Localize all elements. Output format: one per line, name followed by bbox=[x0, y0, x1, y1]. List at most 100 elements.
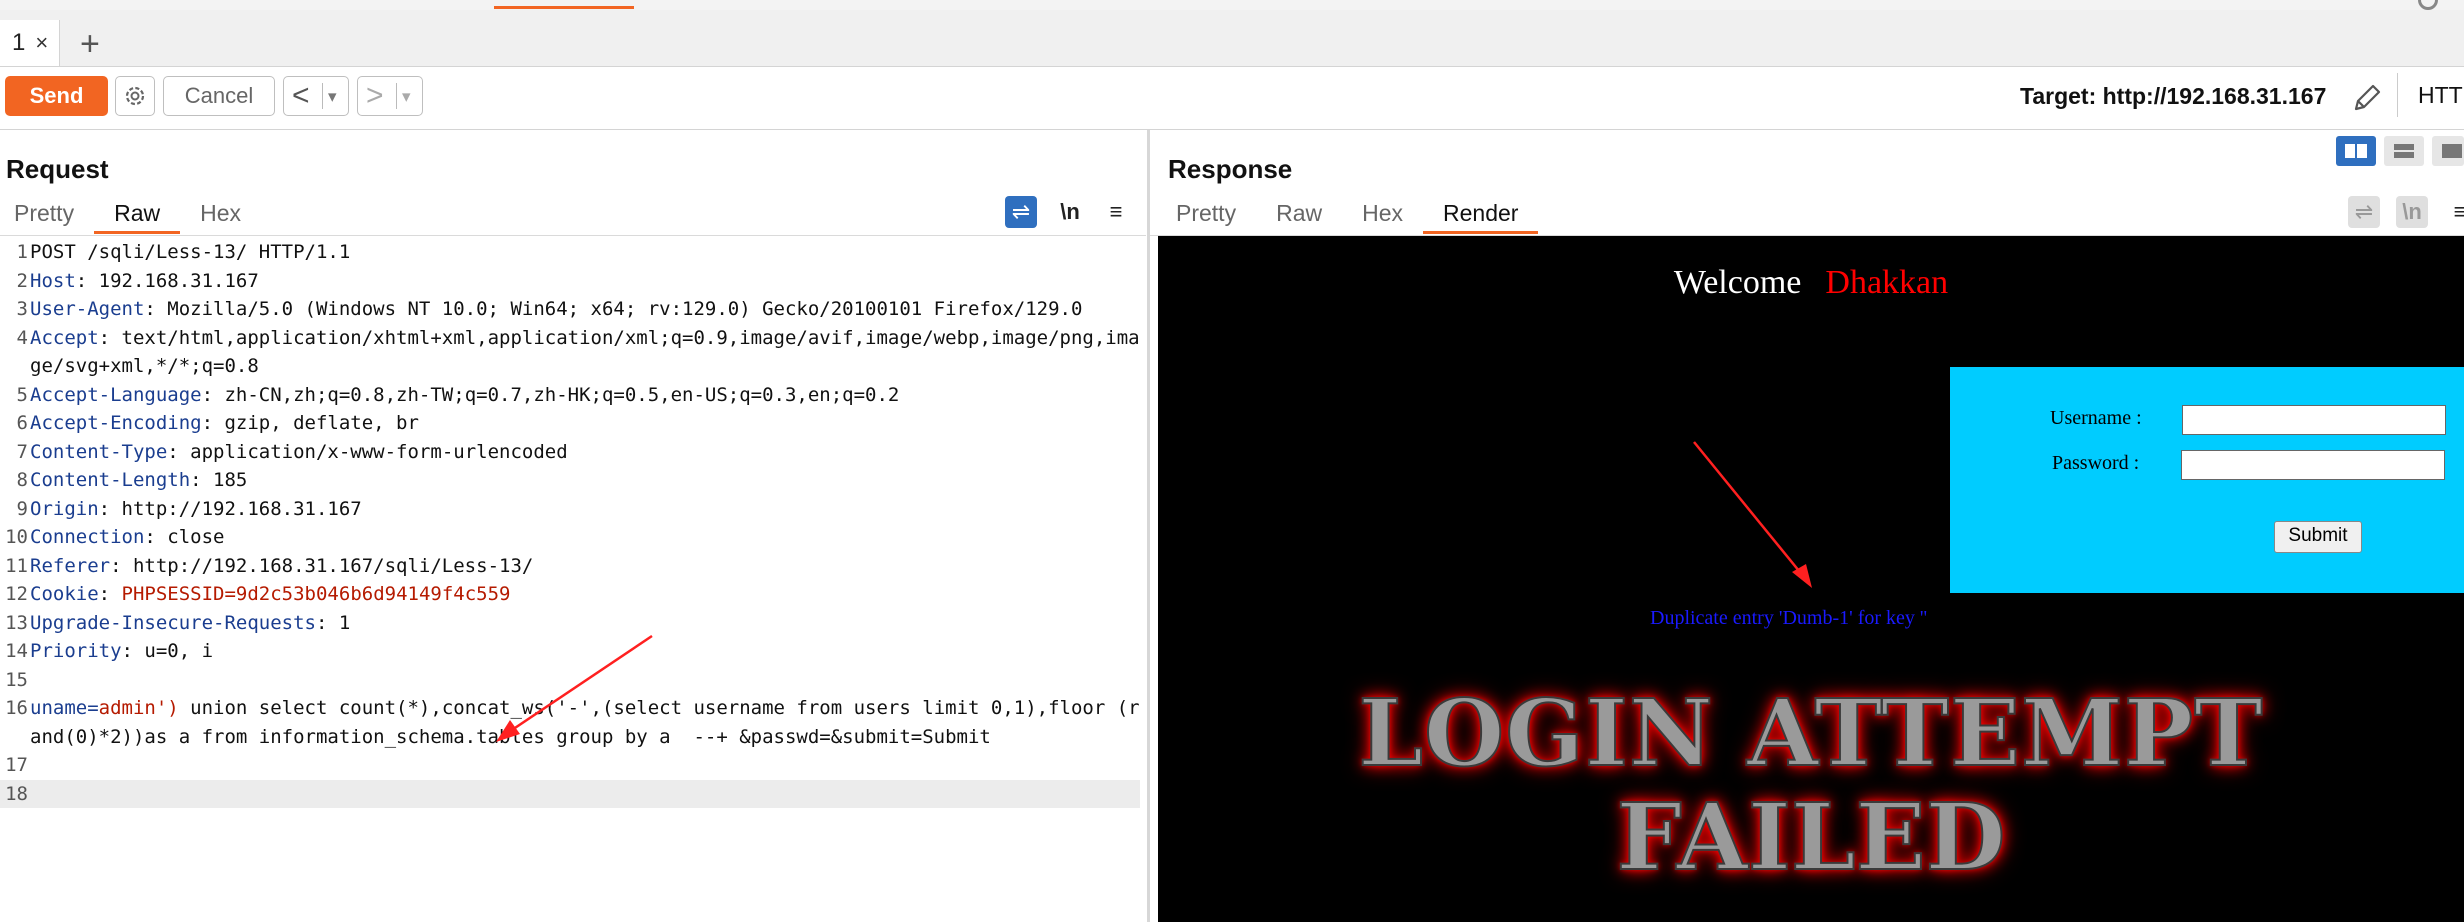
split-vertical-icon[interactable] bbox=[2384, 136, 2424, 166]
tab-raw[interactable]: Raw bbox=[94, 196, 181, 234]
chevron-down-icon[interactable]: ▾ bbox=[402, 83, 411, 111]
line-content: Host: 192.168.31.167 bbox=[28, 267, 1140, 296]
editor-line[interactable]: 7 Content-Type: application/x-www-form-ur… bbox=[0, 438, 1140, 467]
header-name: Connection bbox=[30, 526, 145, 548]
param-name: uname= bbox=[30, 697, 99, 719]
line-number: 11 bbox=[5, 554, 28, 577]
line-content: Accept-Language: zh-CN,zh;q=0.8,zh-TW;q=… bbox=[28, 381, 1140, 410]
login-form: Username : Password : Submit bbox=[1950, 367, 2464, 593]
divider bbox=[322, 83, 323, 109]
header-name: Content-Type bbox=[30, 440, 168, 463]
line-number: 9 bbox=[16, 497, 28, 520]
line-content: User-Agent: Mozilla/5.0 (Windows NT 10.0… bbox=[28, 295, 1140, 324]
header-name: Upgrade-Insecure-Requests bbox=[30, 611, 316, 634]
tab-hex[interactable]: Hex bbox=[180, 196, 261, 230]
tab-hex[interactable]: Hex bbox=[1342, 196, 1423, 230]
editor-line[interactable]: 8 Content-Length: 185 bbox=[0, 466, 1140, 495]
username-field[interactable] bbox=[2182, 405, 2446, 435]
menu-icon[interactable]: ≡ bbox=[1100, 196, 1132, 228]
menu-icon[interactable]: ≡ bbox=[2444, 196, 2464, 228]
close-icon[interactable]: × bbox=[35, 30, 48, 55]
add-tab-icon[interactable]: + bbox=[80, 24, 100, 64]
editor-line[interactable]: 3 User-Agent: Mozilla/5.0 (Windows NT 10.… bbox=[0, 295, 1140, 324]
tab-render[interactable]: Render bbox=[1423, 196, 1539, 234]
header-name: Origin bbox=[30, 497, 99, 520]
editor-line[interactable]: 9 Origin: http://192.168.31.167 bbox=[0, 495, 1140, 524]
line-content bbox=[28, 780, 1140, 809]
send-button[interactable]: Send bbox=[5, 76, 108, 116]
settings-icon[interactable] bbox=[2418, 0, 2438, 10]
line-number: 12 bbox=[5, 583, 28, 605]
password-label: Password : bbox=[2052, 452, 2140, 474]
header-name: Cookie bbox=[30, 583, 99, 605]
http-version-selector[interactable]: HTTP/1 bbox=[2397, 73, 2464, 117]
newline-icon[interactable]: \n bbox=[1054, 196, 1086, 228]
response-view-tabs: Pretty Raw Hex Render bbox=[1156, 196, 1539, 234]
header-value: : http://192.168.31.167/sqli/Less-13/ bbox=[110, 554, 534, 577]
login-failed-banner: LOGIN ATTEMPT FAILED bbox=[1158, 679, 2464, 890]
line-content: Accept: text/html,application/xhtml+xml,… bbox=[28, 324, 1140, 381]
target-label: Target: http://192.168.31.167 bbox=[2020, 83, 2327, 109]
tab-pretty[interactable]: Pretty bbox=[0, 196, 94, 230]
request-title: Request bbox=[6, 154, 109, 184]
editor-line[interactable]: 10 Connection: close bbox=[0, 523, 1140, 552]
line-content: Content-Length: 185 bbox=[28, 466, 1140, 495]
line-number: 6 bbox=[16, 412, 28, 434]
split-horizontal-icon[interactable] bbox=[2336, 136, 2376, 166]
welcome-name: Dhakkan bbox=[1825, 264, 1949, 301]
rendered-response: Welcome Dhakkan Username : Password : Sub… bbox=[1158, 236, 2464, 922]
editor-line[interactable]: 2 Host: 192.168.31.167 bbox=[0, 267, 1140, 296]
param-value: admin') bbox=[98, 697, 179, 719]
line-number: 5 bbox=[16, 383, 28, 406]
repeater-tab-1[interactable]: 1 × bbox=[0, 20, 60, 66]
tabs-layout-icon[interactable] bbox=[2432, 136, 2464, 166]
divider bbox=[0, 235, 1146, 236]
word-wrap-icon[interactable]: ⇌ bbox=[1005, 196, 1037, 228]
submit-button[interactable]: Submit bbox=[2274, 521, 2362, 553]
editor-line[interactable]: 17 bbox=[0, 751, 1140, 780]
pencil-icon[interactable] bbox=[2350, 81, 2384, 120]
forward-arrow-icon: > bbox=[366, 79, 384, 112]
request-view-tabs: Pretty Raw Hex bbox=[0, 196, 261, 234]
line-number: 10 bbox=[5, 526, 28, 548]
header-value: : Mozilla/5.0 (Windows NT 10.0; Win64; x… bbox=[144, 298, 1083, 320]
header-value: : text/html,application/xhtml+xml,applic… bbox=[30, 326, 1140, 378]
newline-icon[interactable]: \n bbox=[2396, 196, 2428, 228]
forward-button[interactable]: > ▾ bbox=[357, 76, 423, 116]
tab-pretty[interactable]: Pretty bbox=[1156, 196, 1256, 230]
line-number: 17 bbox=[5, 754, 28, 776]
failed-line-1: LOGIN ATTEMPT bbox=[1357, 679, 2264, 787]
header-value: : http://192.168.31.167 bbox=[98, 497, 362, 520]
chevron-down-icon[interactable]: ▾ bbox=[328, 83, 337, 111]
gear-icon[interactable] bbox=[115, 76, 155, 116]
header-name: Content-Length bbox=[30, 469, 191, 491]
line-number: 13 bbox=[5, 611, 28, 634]
line-number: 16 bbox=[5, 697, 28, 719]
editor-line[interactable]: 6 Accept-Encoding: gzip, deflate, br bbox=[0, 409, 1140, 438]
header-name: Referer bbox=[30, 554, 111, 577]
cancel-button[interactable]: Cancel bbox=[163, 76, 275, 116]
annotation-arrow-icon bbox=[1693, 441, 1812, 588]
editor-line[interactable]: 5 Accept-Language: zh-CN,zh;q=0.8,zh-TW;q… bbox=[0, 381, 1140, 410]
word-wrap-icon[interactable]: ⇌ bbox=[2348, 196, 2380, 228]
line-content: Origin: http://192.168.31.167 bbox=[28, 495, 1140, 524]
active-top-tab-indicator bbox=[494, 6, 634, 9]
editor-line[interactable]: 1 POST /sqli/Less-13/ HTTP/1.1 bbox=[0, 238, 1140, 267]
editor-line[interactable]: 18 bbox=[0, 779, 1140, 809]
line-content: Connection: close bbox=[28, 523, 1140, 552]
editor-line[interactable]: 12 Cookie: PHPSESSID=9d2c53b046b6d94149f4… bbox=[0, 580, 1140, 609]
editor-line[interactable]: 4 Accept: text/html,application/xhtml+xml… bbox=[0, 324, 1140, 381]
line-content bbox=[28, 751, 1140, 780]
header-value: : 185 bbox=[190, 469, 248, 491]
error-message: Duplicate entry 'Dumb-1' for key '' bbox=[1650, 607, 1928, 629]
line-content: Cookie: PHPSESSID=9d2c53b046b6d94149f4c5… bbox=[28, 580, 1140, 609]
editor-line[interactable]: 11 Referer: http://192.168.31.167/sqli/Le… bbox=[0, 552, 1140, 581]
line-number: 18 bbox=[5, 782, 28, 805]
header-value: : u=0, i bbox=[121, 640, 214, 662]
header-value: : gzip, deflate, br bbox=[201, 412, 419, 434]
back-button[interactable]: < ▾ bbox=[283, 76, 349, 116]
response-title: Response bbox=[1168, 154, 1293, 184]
password-field[interactable] bbox=[2181, 450, 2445, 480]
tab-raw[interactable]: Raw bbox=[1256, 196, 1342, 230]
toolbar: Send Cancel < ▾ > ▾ Target: http://192.1… bbox=[0, 67, 2464, 130]
